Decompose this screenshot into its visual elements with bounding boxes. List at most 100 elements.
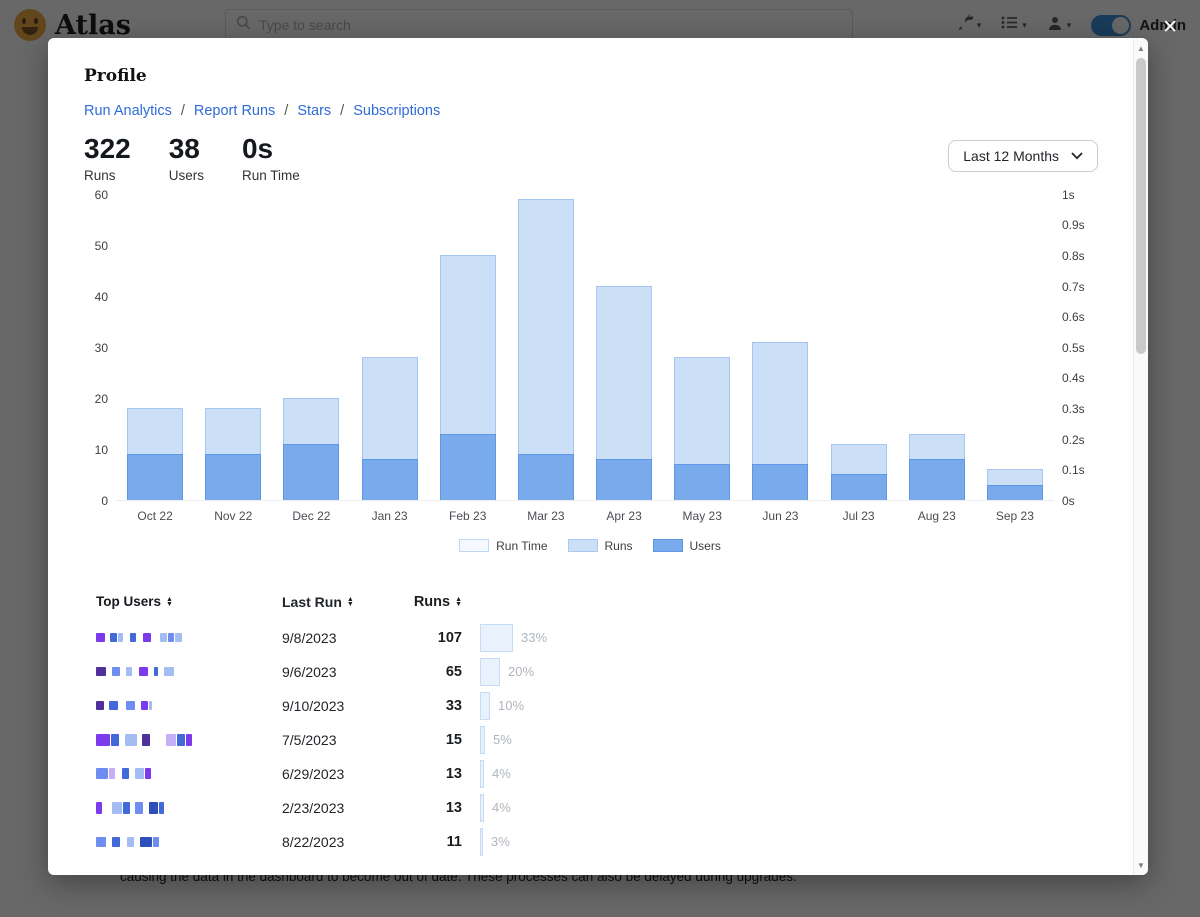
runs-share-cell: 4%: [480, 760, 511, 788]
mosaic-block: [96, 837, 106, 847]
y-axis-tick-label: 10: [95, 443, 108, 457]
mosaic-block: [96, 768, 108, 779]
y-axis-tick-label: 1s: [1062, 188, 1075, 202]
mosaic-block: [168, 633, 174, 642]
users-bar: [987, 485, 1043, 500]
runs-share-cell: 33%: [480, 624, 547, 652]
profile-link-subscriptions[interactable]: Subscriptions: [353, 103, 440, 119]
y-axis-tick-label: 0.4s: [1062, 371, 1085, 385]
sort-icon: ▲▼: [347, 597, 354, 607]
table-row: 7/5/2023155%: [96, 723, 1096, 757]
scrollbar-thumb[interactable]: [1136, 58, 1146, 354]
mosaic-block: [144, 802, 148, 814]
redacted-username-mosaic: [96, 633, 282, 642]
stat-value: 0s: [242, 134, 300, 165]
mosaic-block: [118, 633, 123, 642]
share-percent: 4%: [492, 766, 511, 781]
mosaic-block: [149, 802, 158, 814]
runs-share-cell: 5%: [480, 726, 512, 754]
mosaic-block: [127, 837, 134, 847]
mosaic-block: [107, 667, 111, 676]
mosaic-block: [139, 667, 148, 676]
profile-link-report-runs[interactable]: Report Runs: [194, 103, 275, 119]
mosaic-block: [105, 701, 108, 710]
share-bar: [480, 658, 500, 686]
bar-group-mar-23: Mar 23: [507, 195, 585, 500]
x-axis-label: Apr 23: [585, 509, 663, 523]
share-percent: 33%: [521, 630, 547, 645]
modal-content: Profile Run Analytics/Report Runs/Stars/…: [48, 38, 1148, 875]
legend-item-runs: Runs: [568, 539, 633, 553]
column-label: Runs: [414, 594, 450, 610]
y-axis-tick-label: 60: [95, 188, 108, 202]
column-header-top-users[interactable]: Top Users ▲▼: [96, 594, 282, 609]
modal-scrollbar[interactable]: ▲ ▼: [1133, 38, 1148, 875]
mosaic-block: [123, 802, 130, 814]
y-axis-tick-label: 20: [95, 392, 108, 406]
profile-link-stars[interactable]: Stars: [297, 103, 331, 119]
x-axis-label: Sep 23: [976, 509, 1054, 523]
mosaic-block: [126, 667, 132, 676]
mosaic-block: [109, 768, 115, 779]
top-user-cell: [96, 768, 282, 779]
redacted-username-mosaic: [96, 734, 282, 746]
mosaic-block: [138, 734, 141, 746]
mosaic-block: [96, 734, 110, 746]
mosaic-block: [109, 701, 118, 710]
mosaic-block: [140, 837, 152, 847]
mosaic-block: [121, 837, 126, 847]
users-bar: [518, 454, 574, 500]
table-row: 9/8/202310733%: [96, 621, 1096, 655]
sort-icon: ▲▼: [166, 597, 173, 607]
mosaic-block: [112, 667, 120, 676]
table-row: 8/22/2023113%: [96, 825, 1096, 859]
x-axis-label: Nov 22: [194, 509, 272, 523]
x-axis-label: Aug 23: [898, 509, 976, 523]
mosaic-block: [110, 633, 117, 642]
y-axis-tick-label: 0.3s: [1062, 402, 1085, 416]
column-header-last-run[interactable]: Last Run ▲▼: [282, 594, 404, 610]
runs-share-cell: 4%: [480, 794, 511, 822]
mosaic-block: [116, 768, 121, 779]
runs-count-cell: 11: [404, 834, 462, 850]
share-bar: [480, 794, 484, 822]
y-axis-tick-label: 0.5s: [1062, 341, 1085, 355]
legend-item-run-time: Run Time: [459, 539, 547, 553]
last-run-cell: 9/6/2023: [282, 664, 404, 680]
top-user-cell: [96, 837, 282, 847]
close-button[interactable]: ✕: [1162, 18, 1178, 37]
legend-label: Users: [690, 539, 721, 553]
stat-label: Runs: [84, 168, 131, 183]
mosaic-block: [159, 802, 164, 814]
y-axis-tick-label: 40: [95, 290, 108, 304]
mosaic-block: [124, 633, 129, 642]
y-axis-tick-label: 0.2s: [1062, 433, 1085, 447]
last-run-cell: 2/23/2023: [282, 800, 404, 816]
redacted-username-mosaic: [96, 667, 282, 676]
stat-users: 38Users: [169, 134, 204, 183]
stat-run-time: 0sRun Time: [242, 134, 300, 183]
mosaic-block: [160, 633, 167, 642]
mosaic-block: [125, 734, 137, 746]
table-row: 9/6/20236520%: [96, 655, 1096, 689]
column-header-runs[interactable]: Runs ▲▼: [404, 594, 462, 610]
stats-row: 322Runs38Users0sRun Time: [84, 134, 1096, 183]
y-axis-tick-label: 0.9s: [1062, 218, 1085, 232]
mosaic-block: [111, 734, 119, 746]
profile-link-run-analytics[interactable]: Run Analytics: [84, 103, 172, 119]
users-bar: [283, 444, 339, 500]
mosaic-block: [166, 734, 176, 746]
share-bar: [480, 760, 484, 788]
last-run-cell: 9/10/2023: [282, 698, 404, 714]
profile-links: Run Analytics/Report Runs/Stars/Subscrip…: [84, 103, 1096, 119]
mosaic-block: [141, 701, 148, 710]
profile-analytics-modal: Profile Run Analytics/Report Runs/Stars/…: [48, 38, 1148, 875]
y-axis-tick-label: 0s: [1062, 494, 1075, 508]
date-range-selector[interactable]: Last 12 Months: [948, 140, 1098, 172]
top-user-cell: [96, 633, 282, 642]
table-row: 2/23/2023134%: [96, 791, 1096, 825]
scroll-up-arrow-icon[interactable]: ▲: [1134, 40, 1148, 56]
redacted-username-mosaic: [96, 837, 282, 847]
scroll-down-arrow-icon[interactable]: ▼: [1134, 857, 1148, 873]
top-user-cell: [96, 701, 282, 710]
